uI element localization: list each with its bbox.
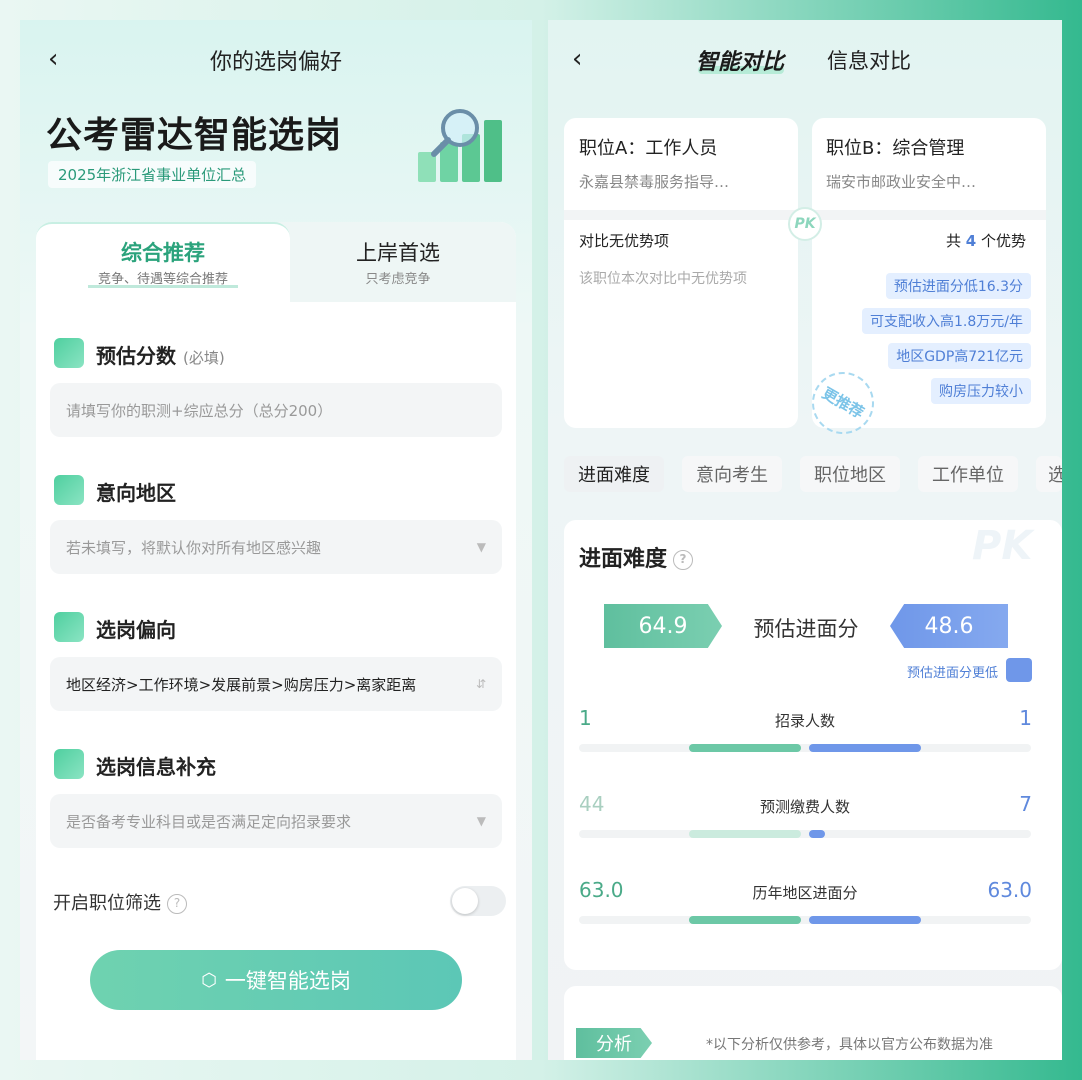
score-input[interactable]: 请填写你的职测+综应总分（总分200）: [50, 383, 502, 437]
tab-candidates[interactable]: 意向考生: [682, 456, 782, 492]
filter-toggle-label: 开启职位筛选?: [53, 889, 187, 915]
stat-label: 历年地区进面分: [752, 884, 858, 902]
score-a-badge: 64.9: [604, 604, 722, 648]
stat-bar-b: [809, 744, 921, 752]
stat-bar-track: [579, 830, 1031, 838]
tab-employer[interactable]: 工作单位: [918, 456, 1018, 492]
help-icon[interactable]: ?: [673, 550, 694, 570]
region-select-placeholder: 若未填写，将默认你对所有地区感兴趣: [66, 538, 322, 557]
pk-badge: PK: [788, 207, 822, 241]
divider: [564, 210, 798, 220]
b-adv-count: 4: [965, 232, 977, 250]
supplement-icon: [54, 749, 84, 779]
required-note: (必填): [182, 349, 225, 367]
lower-score-note: 预估进面分更低: [907, 666, 999, 681]
stat-bar-a: [689, 744, 801, 752]
preference-select-value: 地区经济>工作环境>发展前景>购房压力>离家距离: [66, 675, 417, 694]
analysis-note: *以下分析仅供参考，具体以官方公布数据为准: [706, 1037, 993, 1053]
position-b-title: 职位B：综合管理: [826, 138, 965, 159]
smart-select-label: 一键智能选岗: [224, 969, 351, 993]
a-advantage-head: 对比无优势项: [579, 232, 670, 250]
filter-toggle-text: 开启职位筛选: [53, 893, 161, 914]
help-icon[interactable]: ?: [167, 894, 187, 914]
tab-difficulty[interactable]: 进面难度: [564, 456, 664, 492]
stat-bar-b: [809, 830, 825, 838]
tab-region[interactable]: 职位地区: [800, 456, 900, 492]
smart-select-button[interactable]: ⬡ 一键智能选岗: [90, 950, 462, 1010]
score-icon: [54, 338, 84, 368]
difficulty-title-text: 进面难度: [579, 547, 668, 572]
tab-info-compare[interactable]: 信息对比: [827, 45, 911, 75]
advantage-chip: 预估进面分低16.3分: [885, 273, 1031, 299]
tab-first-choice[interactable]: 上岸首选: [290, 237, 506, 267]
stat-bar-track: [579, 916, 1031, 924]
thumbs-up-icon: [1006, 658, 1032, 682]
region-select[interactable]: 若未填写，将默认你对所有地区感兴趣 ▼: [50, 520, 502, 574]
b-advantage-head: 共 4 个优势: [946, 230, 1026, 251]
tab-comprehensive-label: 综合推荐: [121, 241, 205, 265]
brand-subtitle: 2025年浙江省事业单位汇总: [48, 161, 257, 188]
a-advantage-none: 该职位本次对比中无优势项: [579, 271, 747, 287]
filter-toggle[interactable]: [450, 886, 506, 916]
supplement-select-placeholder: 是否备考专业科目或是否满足定向招录要求: [66, 812, 352, 831]
difficulty-title: 进面难度?: [579, 541, 694, 573]
b-adv-suffix: 个优势: [981, 232, 1027, 250]
score-b-badge: 48.6: [890, 604, 1008, 648]
stat-label: 招录人数: [774, 712, 835, 730]
stat-bar-a: [689, 916, 801, 924]
tab-more[interactable]: 选: [1036, 456, 1062, 492]
pk-watermark: PK: [972, 523, 1033, 569]
preference-icon: [54, 612, 84, 642]
analysis-tag: 分析: [576, 1028, 652, 1058]
stat-b-value: 7: [1019, 792, 1032, 816]
b-adv-prefix: 共: [946, 232, 962, 250]
dropdown-caret-icon: ▼: [476, 814, 486, 828]
stat-bar-b: [809, 916, 921, 924]
stat-b-value: 1: [1019, 706, 1032, 730]
section-region-title: 意向地区: [96, 481, 176, 505]
supplement-select[interactable]: 是否备考专业科目或是否满足定向招录要求 ▼: [50, 794, 502, 848]
tab-underline: [88, 285, 238, 288]
advantage-chip: 购房压力较小: [931, 378, 1031, 404]
back-arrow-icon[interactable]: ‹: [572, 46, 582, 72]
stat-bar-a: [689, 830, 801, 838]
preference-select[interactable]: 地区经济>工作环境>发展前景>购房压力>离家距离 ⇵: [50, 657, 502, 711]
score-input-placeholder: 请填写你的职测+综应总分（总分200）: [66, 401, 333, 420]
score-label: 预估进面分: [753, 617, 859, 641]
section-supplement-title: 选岗信息补充: [96, 755, 216, 779]
section-score-title: 预估分数 (必填): [96, 340, 225, 369]
compare-panel: ‹ 智能对比 信息对比 职位A：工作人员 永嘉县禁毒服务指导… 对比无优势项 该…: [548, 20, 1062, 1060]
advantage-chip: 地区GDP高721亿元: [888, 343, 1031, 369]
tab-smart-compare[interactable]: 智能对比: [696, 44, 784, 76]
stat-b-value: 63.0: [987, 878, 1032, 902]
divider: [812, 210, 1046, 220]
sort-arrows-icon: ⇵: [475, 677, 486, 691]
stat-label: 预测缴费人数: [759, 798, 850, 816]
position-a-title: 职位A：工作人员: [579, 138, 718, 159]
magnifier-chart-icon: [418, 109, 502, 182]
position-b-sub: 瑞安市邮政业安全中…: [826, 173, 977, 191]
dropdown-caret-icon: ▼: [476, 540, 486, 554]
position-a-sub: 永嘉县禁毒服务指导…: [579, 173, 730, 191]
region-icon: [54, 475, 84, 505]
brand-title: 公考雷达智能选岗: [46, 115, 343, 156]
tab-first-choice-sub: 只考虑竞争: [365, 272, 431, 287]
stat-bar-track: [579, 744, 1031, 752]
section-preference-title: 选岗偏向: [96, 618, 176, 642]
advantage-chip: 可支配收入高1.8万元/年: [862, 308, 1031, 334]
preference-panel: ‹ 你的选岗偏好 公考雷达智能选岗 2025年浙江省事业单位汇总 综合推荐 竞争…: [20, 20, 532, 1060]
section-score-label: 预估分数: [96, 344, 176, 368]
page-title: 你的选岗偏好: [209, 50, 342, 75]
cube-icon: ⬡: [201, 969, 217, 991]
